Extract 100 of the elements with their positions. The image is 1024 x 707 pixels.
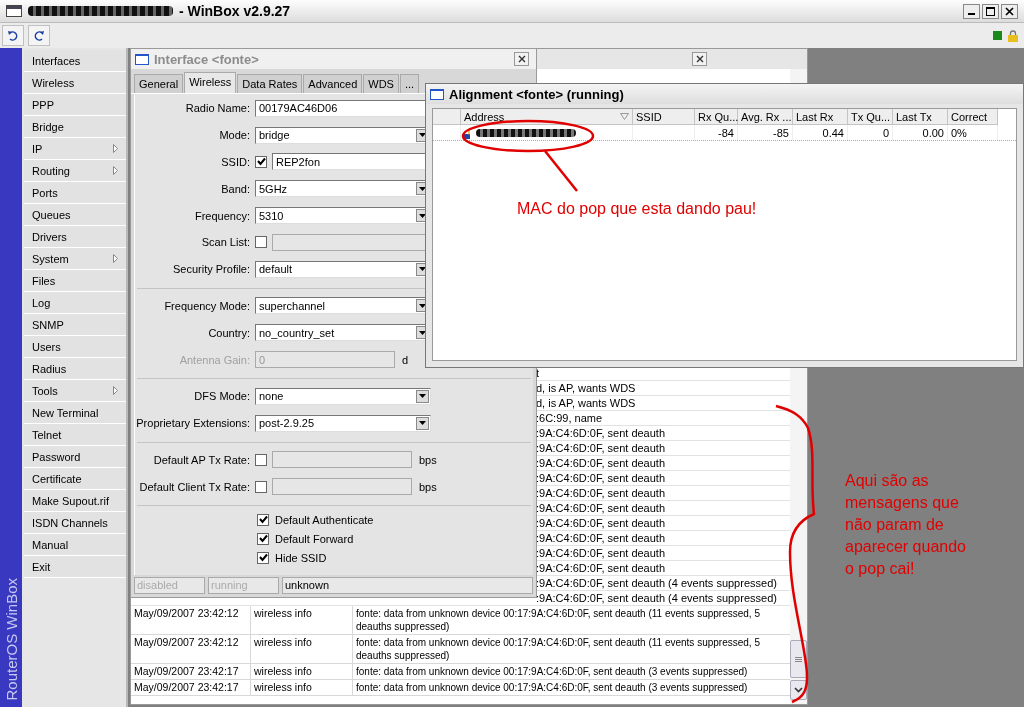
log-topic: wireless info (251, 606, 353, 634)
menu-item[interactable]: Files (24, 270, 126, 292)
checkbox[interactable] (255, 453, 267, 466)
menu-item[interactable]: Ports (24, 182, 126, 204)
submenu-arrow-icon (113, 166, 118, 175)
column-header[interactable]: Last Tx (893, 109, 948, 125)
log-message: fonte: data from unknown device 00:17:9A:C4:6D:0F, sent deauth (3 events suppressed) (355, 665, 749, 679)
tab[interactable]: ... (399, 74, 420, 93)
tab[interactable]: Advanced (303, 74, 363, 93)
sort-arrow-icon (620, 113, 629, 120)
log-message: fonte: data from unknown device 00:17:9A:C4:6D:0F, sent deauth (11 events suppressed, 5 deauths suppressed) (355, 607, 761, 634)
menu-item[interactable]: Bridge (24, 116, 126, 138)
menu-item[interactable]: Telnet (24, 424, 126, 446)
field-label: Frequency Mode: (163, 299, 250, 312)
maximize-button[interactable] (982, 3, 999, 19)
log-time: May/09/2007 23:42:17 (131, 664, 251, 679)
column-header[interactable]: Address (461, 109, 633, 125)
dropdown[interactable]: none (255, 387, 431, 405)
status-square-icon (993, 31, 1002, 40)
tab[interactable]: Wireless (184, 72, 237, 93)
window-icon (6, 5, 22, 17)
tab[interactable]: Data Rates (237, 74, 303, 93)
log-message: :9A:C4:6D:0F, sent deauth (536, 472, 666, 484)
table-cell: 0.44 (793, 125, 848, 140)
table-cell: -84 (695, 125, 738, 140)
submenu-arrow-icon (113, 144, 118, 153)
log-message: :9A:C4:6D:0F, sent deauth (4 events suppressed) (536, 577, 777, 589)
annotation-text: MAC do pop que esta dando pau! (517, 199, 757, 219)
field-label: Default AP Tx Rate: (152, 453, 250, 466)
menu-item[interactable]: Users (24, 336, 126, 358)
undo-button[interactable] (2, 25, 24, 46)
unit-label: bps (419, 480, 437, 493)
menu-item[interactable]: Make Supout.rif (24, 490, 126, 512)
header-cell (433, 109, 461, 125)
close-button[interactable] (692, 52, 707, 66)
log-message: :9A:C4:6D:0F, sent deauth (536, 427, 666, 439)
log-time: May/09/2007 23:42:12 (131, 635, 251, 663)
checkbox[interactable] (255, 236, 267, 249)
close-button[interactable] (514, 52, 529, 66)
menu-item[interactable]: SNMP (24, 314, 126, 336)
menu-item[interactable]: Log (24, 292, 126, 314)
checkbox[interactable] (255, 156, 267, 168)
close-button[interactable] (1001, 3, 1018, 19)
window-title: - WinBox v2.9.27 (179, 3, 291, 19)
column-header[interactable]: Tx Qu... (848, 109, 893, 125)
status-cell: disabled (134, 577, 205, 594)
tab[interactable]: WDS (363, 74, 399, 93)
checkbox[interactable] (257, 513, 269, 526)
column-header[interactable]: SSID (633, 109, 695, 125)
lock-icon (1008, 29, 1018, 42)
menu-item[interactable]: Wireless (24, 72, 126, 94)
menu-item[interactable]: PPP (24, 94, 126, 116)
column-header[interactable]: Rx Qu... (695, 109, 738, 125)
redo-icon (33, 29, 45, 42)
dropdown[interactable]: post-2.9.25 (255, 414, 431, 432)
menu-item[interactable]: System (24, 248, 126, 270)
column-header[interactable]: Last Rx (793, 109, 848, 125)
table-row[interactable]: -84 -85 0.44 0 0.00 0% (433, 125, 1016, 141)
field-label: Frequency: (193, 209, 250, 222)
menu-item[interactable]: New Terminal (24, 402, 126, 424)
menu-item[interactable]: Interfaces (24, 50, 126, 72)
text-field[interactable] (272, 451, 412, 469)
close-icon (1005, 6, 1014, 16)
column-header[interactable]: Correct (948, 109, 998, 125)
checkbox[interactable] (257, 551, 269, 564)
checkbox[interactable] (255, 480, 267, 493)
log-message: fonte: data from unknown device 00:17:9A:C4:6D:0F, sent deauth (11 events suppressed, 5 deauths suppressed) (355, 636, 761, 663)
window-icon (135, 53, 149, 65)
checkbox[interactable] (257, 532, 269, 545)
text-field[interactable] (272, 478, 412, 496)
column-header[interactable]: Avg. Rx ... (738, 109, 793, 125)
menu-item[interactable]: Manual (24, 534, 126, 556)
minimize-button[interactable] (963, 3, 980, 19)
close-icon (695, 55, 704, 63)
checkbox-label: Default Forward (275, 532, 354, 545)
menu-item[interactable]: ISDN Channels (24, 512, 126, 534)
field-label: Proprietary Extensions: (135, 417, 250, 430)
log-topic: wireless info (251, 635, 353, 663)
field-label: DFS Mode: (193, 390, 250, 403)
status-cell: running (208, 577, 279, 594)
menu-item[interactable]: Password (24, 446, 126, 468)
menu-item[interactable]: Tools (24, 380, 126, 402)
menu-item[interactable]: Drivers (24, 226, 126, 248)
menu-item[interactable]: Certificate (24, 468, 126, 490)
checkbox-label: Hide SSID (275, 551, 327, 564)
checkbox-label: Default Authenticate (275, 513, 374, 526)
table-cell: 0.00 (893, 125, 948, 140)
log-message: :6C:99, name (536, 412, 603, 424)
menu-item[interactable]: Exit (24, 556, 126, 578)
menu-item[interactable]: Radius (24, 358, 126, 380)
annotation-text: Aqui são as mensagens que não param de aparecer quando o pop cai! (845, 471, 967, 579)
field-label: Mode: (218, 129, 250, 142)
unit-label: bps (419, 453, 437, 466)
submenu-arrow-icon (113, 386, 118, 395)
menu-item[interactable]: IP (24, 138, 126, 160)
log-message: :9A:C4:6D:0F, sent deauth (536, 502, 666, 514)
tab[interactable]: General (134, 74, 184, 93)
redo-button[interactable] (28, 25, 50, 46)
menu-item[interactable]: Queues (24, 204, 126, 226)
menu-item[interactable]: Routing (24, 160, 126, 182)
